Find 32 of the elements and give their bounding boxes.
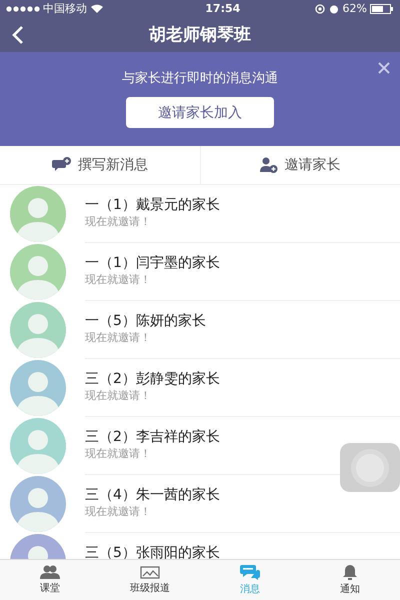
contact-name: 一（1）闫宇墨的家长 bbox=[85, 254, 221, 272]
invite-hint: 现在就邀请！ bbox=[85, 446, 152, 461]
tab-item[interactable]: 通知 bbox=[300, 560, 400, 600]
people-icon bbox=[40, 565, 60, 579]
contact-name: 三（2）李吉祥的家长 bbox=[85, 428, 221, 446]
invite-hint: 现在就邀请！ bbox=[85, 388, 152, 403]
lock-rotation-icon bbox=[314, 4, 325, 14]
contact-name: 三（4）朱一茜的家长 bbox=[85, 486, 221, 504]
carrier-name: 中国移动 bbox=[43, 1, 87, 16]
invite-parents-button[interactable]: 邀请家长加入 bbox=[126, 97, 274, 128]
contact-name: 三（2）彭静雯的家长 bbox=[85, 370, 221, 388]
tab-item[interactable]: 课堂 bbox=[0, 560, 100, 600]
page-title: 胡老师钢琴班 bbox=[149, 24, 251, 46]
chat-plus-icon bbox=[52, 157, 72, 173]
bell-icon bbox=[342, 564, 358, 580]
tab-item[interactable]: 班级报道 bbox=[100, 560, 200, 600]
contact-name: 一（5）陈妍的家长 bbox=[85, 312, 207, 330]
contact-name: 一（1）戴景元的家长 bbox=[85, 196, 221, 214]
invite-hint: 现在就邀请！ bbox=[85, 272, 152, 287]
chat-icon bbox=[240, 564, 260, 580]
invite-hint: 现在就邀请！ bbox=[85, 504, 152, 519]
battery-icon bbox=[370, 4, 394, 14]
banner-text: 与家长进行即时的消息沟通 bbox=[122, 70, 278, 87]
signal-icon bbox=[6, 6, 40, 12]
battery-percent: 62% bbox=[342, 2, 367, 15]
close-button[interactable] bbox=[378, 62, 390, 74]
picture-icon bbox=[140, 565, 160, 579]
invite-hint: 现在就邀请！ bbox=[85, 330, 152, 345]
status-time: 17:54 bbox=[205, 2, 240, 15]
invite-hint: 现在就邀请！ bbox=[85, 214, 152, 229]
add-person-icon bbox=[260, 157, 278, 173]
wifi-icon bbox=[91, 4, 103, 13]
